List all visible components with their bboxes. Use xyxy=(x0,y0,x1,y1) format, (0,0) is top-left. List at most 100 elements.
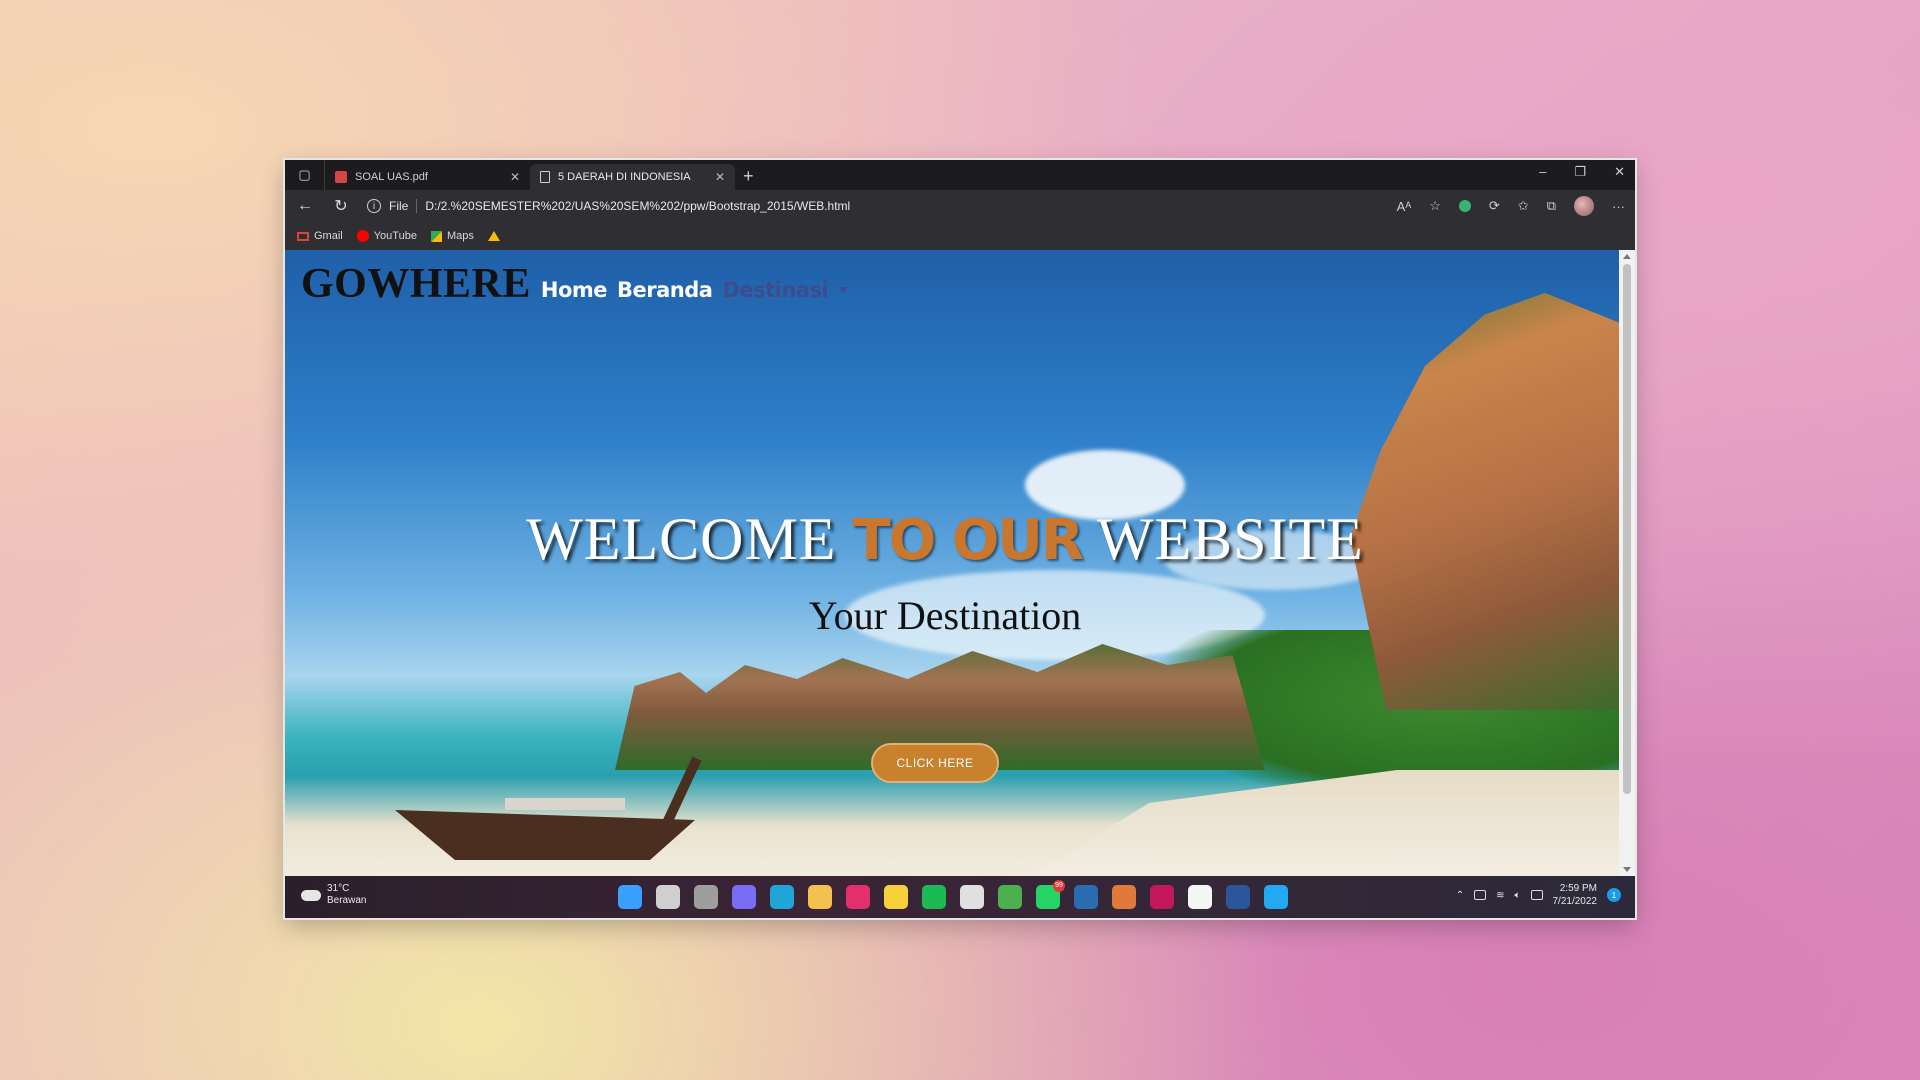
pdf-icon xyxy=(335,171,347,183)
windows-taskbar: 31°C Berawan 99 ⌃ ≋ 🔈︎ 2:59 PM 7/21/2022… xyxy=(285,876,1635,918)
bookmarks-bar: Gmail YouTube Maps xyxy=(285,222,1635,250)
bookmark-maps[interactable]: Maps xyxy=(430,230,474,242)
site-brand[interactable]: GOWHERE xyxy=(301,260,531,308)
hero-title-part2: WEBSITE xyxy=(1081,506,1364,572)
beach-background xyxy=(1025,770,1635,876)
task-view-icon[interactable] xyxy=(694,885,718,909)
weather-widget[interactable]: 31°C Berawan xyxy=(301,883,366,907)
instagram-icon[interactable] xyxy=(846,885,870,909)
nav-destinasi[interactable]: Destinasi xyxy=(722,278,849,308)
weather-text: 31°C Berawan xyxy=(327,883,366,907)
close-tab-icon[interactable]: ✕ xyxy=(510,170,520,184)
maps-icon xyxy=(430,230,442,242)
chrome-icon[interactable] xyxy=(998,885,1022,909)
battery-icon[interactable] xyxy=(1530,890,1543,900)
minimize-icon[interactable]: – xyxy=(1539,164,1546,180)
netbeans-icon[interactable] xyxy=(1074,885,1098,909)
bookmark-label: Maps xyxy=(446,230,474,242)
scroll-down-arrow-icon[interactable] xyxy=(1623,867,1631,872)
back-arrow-icon[interactable]: ← xyxy=(295,197,315,215)
chevron-up-icon[interactable]: ⌃ xyxy=(1456,890,1464,901)
bookmark-gmail[interactable]: Gmail xyxy=(297,230,343,242)
tab-bar: ▢ SOAL UAS.pdf ✕ 5 DAERAH DI INDONESIA ✕… xyxy=(285,160,1635,190)
document-icon xyxy=(540,171,550,183)
notification-count-badge: 99 xyxy=(1053,880,1065,892)
read-aloud-icon[interactable]: Aᴬ xyxy=(1397,199,1412,214)
kakao-icon[interactable] xyxy=(884,885,908,909)
intellij-icon[interactable] xyxy=(1150,885,1174,909)
hero-title: WELCOME TO OUR WEBSITE xyxy=(285,505,1605,574)
hero-title-accent: TO OUR xyxy=(852,508,1083,573)
tab-soal-uas[interactable]: SOAL UAS.pdf ✕ xyxy=(325,164,530,190)
spotify-icon[interactable] xyxy=(922,885,946,909)
bookmark-label: Gmail xyxy=(314,230,343,242)
close-tab-icon[interactable]: ✕ xyxy=(715,170,725,184)
tab-title: SOAL UAS.pdf xyxy=(355,171,428,183)
tab-actions-icon[interactable]: ▢ xyxy=(285,160,325,190)
cloud-icon xyxy=(301,889,321,901)
page-viewport: GOWHERE Home Beranda Destinasi WELCOME T… xyxy=(285,250,1635,876)
bookmark-drive[interactable] xyxy=(487,231,500,241)
tab-title: 5 DAERAH DI INDONESIA xyxy=(558,171,691,183)
search-icon[interactable] xyxy=(656,885,680,909)
tab-5-daerah[interactable]: 5 DAERAH DI INDONESIA ✕ xyxy=(530,164,735,190)
toolbar-actions: Aᴬ ☆ ⟳ ✩ ⧉ ··· xyxy=(1397,196,1625,216)
vscode-icon[interactable] xyxy=(1264,885,1288,909)
system-tray: ⌃ ≋ 🔈︎ 2:59 PM 7/21/2022 1 xyxy=(1456,882,1621,908)
nav-home[interactable]: Home xyxy=(541,278,608,308)
edge-icon[interactable] xyxy=(770,885,794,909)
hero-subtitle: Your Destination xyxy=(808,593,1082,638)
scheme-label: File xyxy=(389,199,409,213)
bookmark-label: YouTube xyxy=(373,230,417,242)
file-explorer-icon[interactable] xyxy=(808,885,832,909)
windows-start-icon[interactable] xyxy=(618,885,642,909)
scroll-up-arrow-icon[interactable] xyxy=(1623,254,1631,259)
boat-roof xyxy=(505,798,625,810)
network-icon[interactable] xyxy=(1474,890,1487,900)
click-here-button[interactable]: CLICK HERE xyxy=(871,743,999,783)
extensions-puzzle-icon[interactable]: ⟳ xyxy=(1489,198,1500,214)
page-scrollbar[interactable] xyxy=(1619,250,1635,876)
new-tab-button[interactable]: + xyxy=(743,164,754,190)
word-icon[interactable] xyxy=(1226,885,1250,909)
wifi-icon[interactable]: ≋ xyxy=(1496,890,1504,901)
close-window-icon[interactable]: ✕ xyxy=(1614,164,1625,180)
restore-icon[interactable]: ❐ xyxy=(1574,164,1586,180)
url-field[interactable]: i File D:/2.%20SEMESTER%202/UAS%20SEM%20… xyxy=(367,199,1381,213)
refresh-icon[interactable]: ↻ xyxy=(331,196,351,216)
add-favorite-icon[interactable]: ☆ xyxy=(1429,198,1441,214)
scroll-thumb[interactable] xyxy=(1623,264,1631,794)
hero-title-text: WELCOME TO OUR WEBSITE xyxy=(526,506,1364,573)
teams-chat-icon[interactable] xyxy=(732,885,756,909)
nav-beranda[interactable]: Beranda xyxy=(617,278,713,308)
notepad-icon[interactable] xyxy=(1188,885,1212,909)
volume-icon[interactable]: 🔈︎ xyxy=(1515,890,1521,901)
profile-avatar[interactable] xyxy=(1574,196,1594,216)
nav-destinasi-label: Destinasi xyxy=(722,278,829,302)
app-circle-icon[interactable] xyxy=(1112,885,1136,909)
notification-badge[interactable]: 1 xyxy=(1607,888,1621,902)
info-icon[interactable]: i xyxy=(367,199,381,213)
store-icon[interactable] xyxy=(960,885,984,909)
drive-icon xyxy=(487,231,500,241)
address-bar: ← ↻ i File D:/2.%20SEMESTER%202/UAS%20SE… xyxy=(285,190,1635,222)
weather-temp: 31°C xyxy=(327,883,350,894)
whatsapp-icon[interactable]: 99 xyxy=(1036,880,1065,909)
browser-window: ▢ SOAL UAS.pdf ✕ 5 DAERAH DI INDONESIA ✕… xyxy=(285,160,1635,918)
clock-date: 7/21/2022 xyxy=(1552,896,1598,907)
collections-icon[interactable]: ⧉ xyxy=(1547,198,1556,214)
youtube-icon xyxy=(356,230,369,242)
extension-icon[interactable] xyxy=(1458,200,1471,212)
url-text[interactable]: D:/2.%20SEMESTER%202/UAS%20SEM%202/ppw/B… xyxy=(425,199,850,213)
clock-time: 2:59 PM xyxy=(1559,883,1597,894)
window-controls: – ❐ ✕ xyxy=(1539,164,1625,180)
favorites-icon[interactable]: ✩ xyxy=(1518,198,1529,214)
more-menu-icon[interactable]: ··· xyxy=(1612,199,1625,214)
chevron-down-icon xyxy=(838,287,849,293)
bookmark-youtube[interactable]: YouTube xyxy=(356,230,417,242)
gmail-icon xyxy=(297,231,309,241)
hero-title-part1: WELCOME xyxy=(526,506,853,572)
longtail-boat xyxy=(395,810,695,860)
weather-condition: Berawan xyxy=(327,895,367,906)
clock[interactable]: 2:59 PM 7/21/2022 xyxy=(1553,882,1598,908)
